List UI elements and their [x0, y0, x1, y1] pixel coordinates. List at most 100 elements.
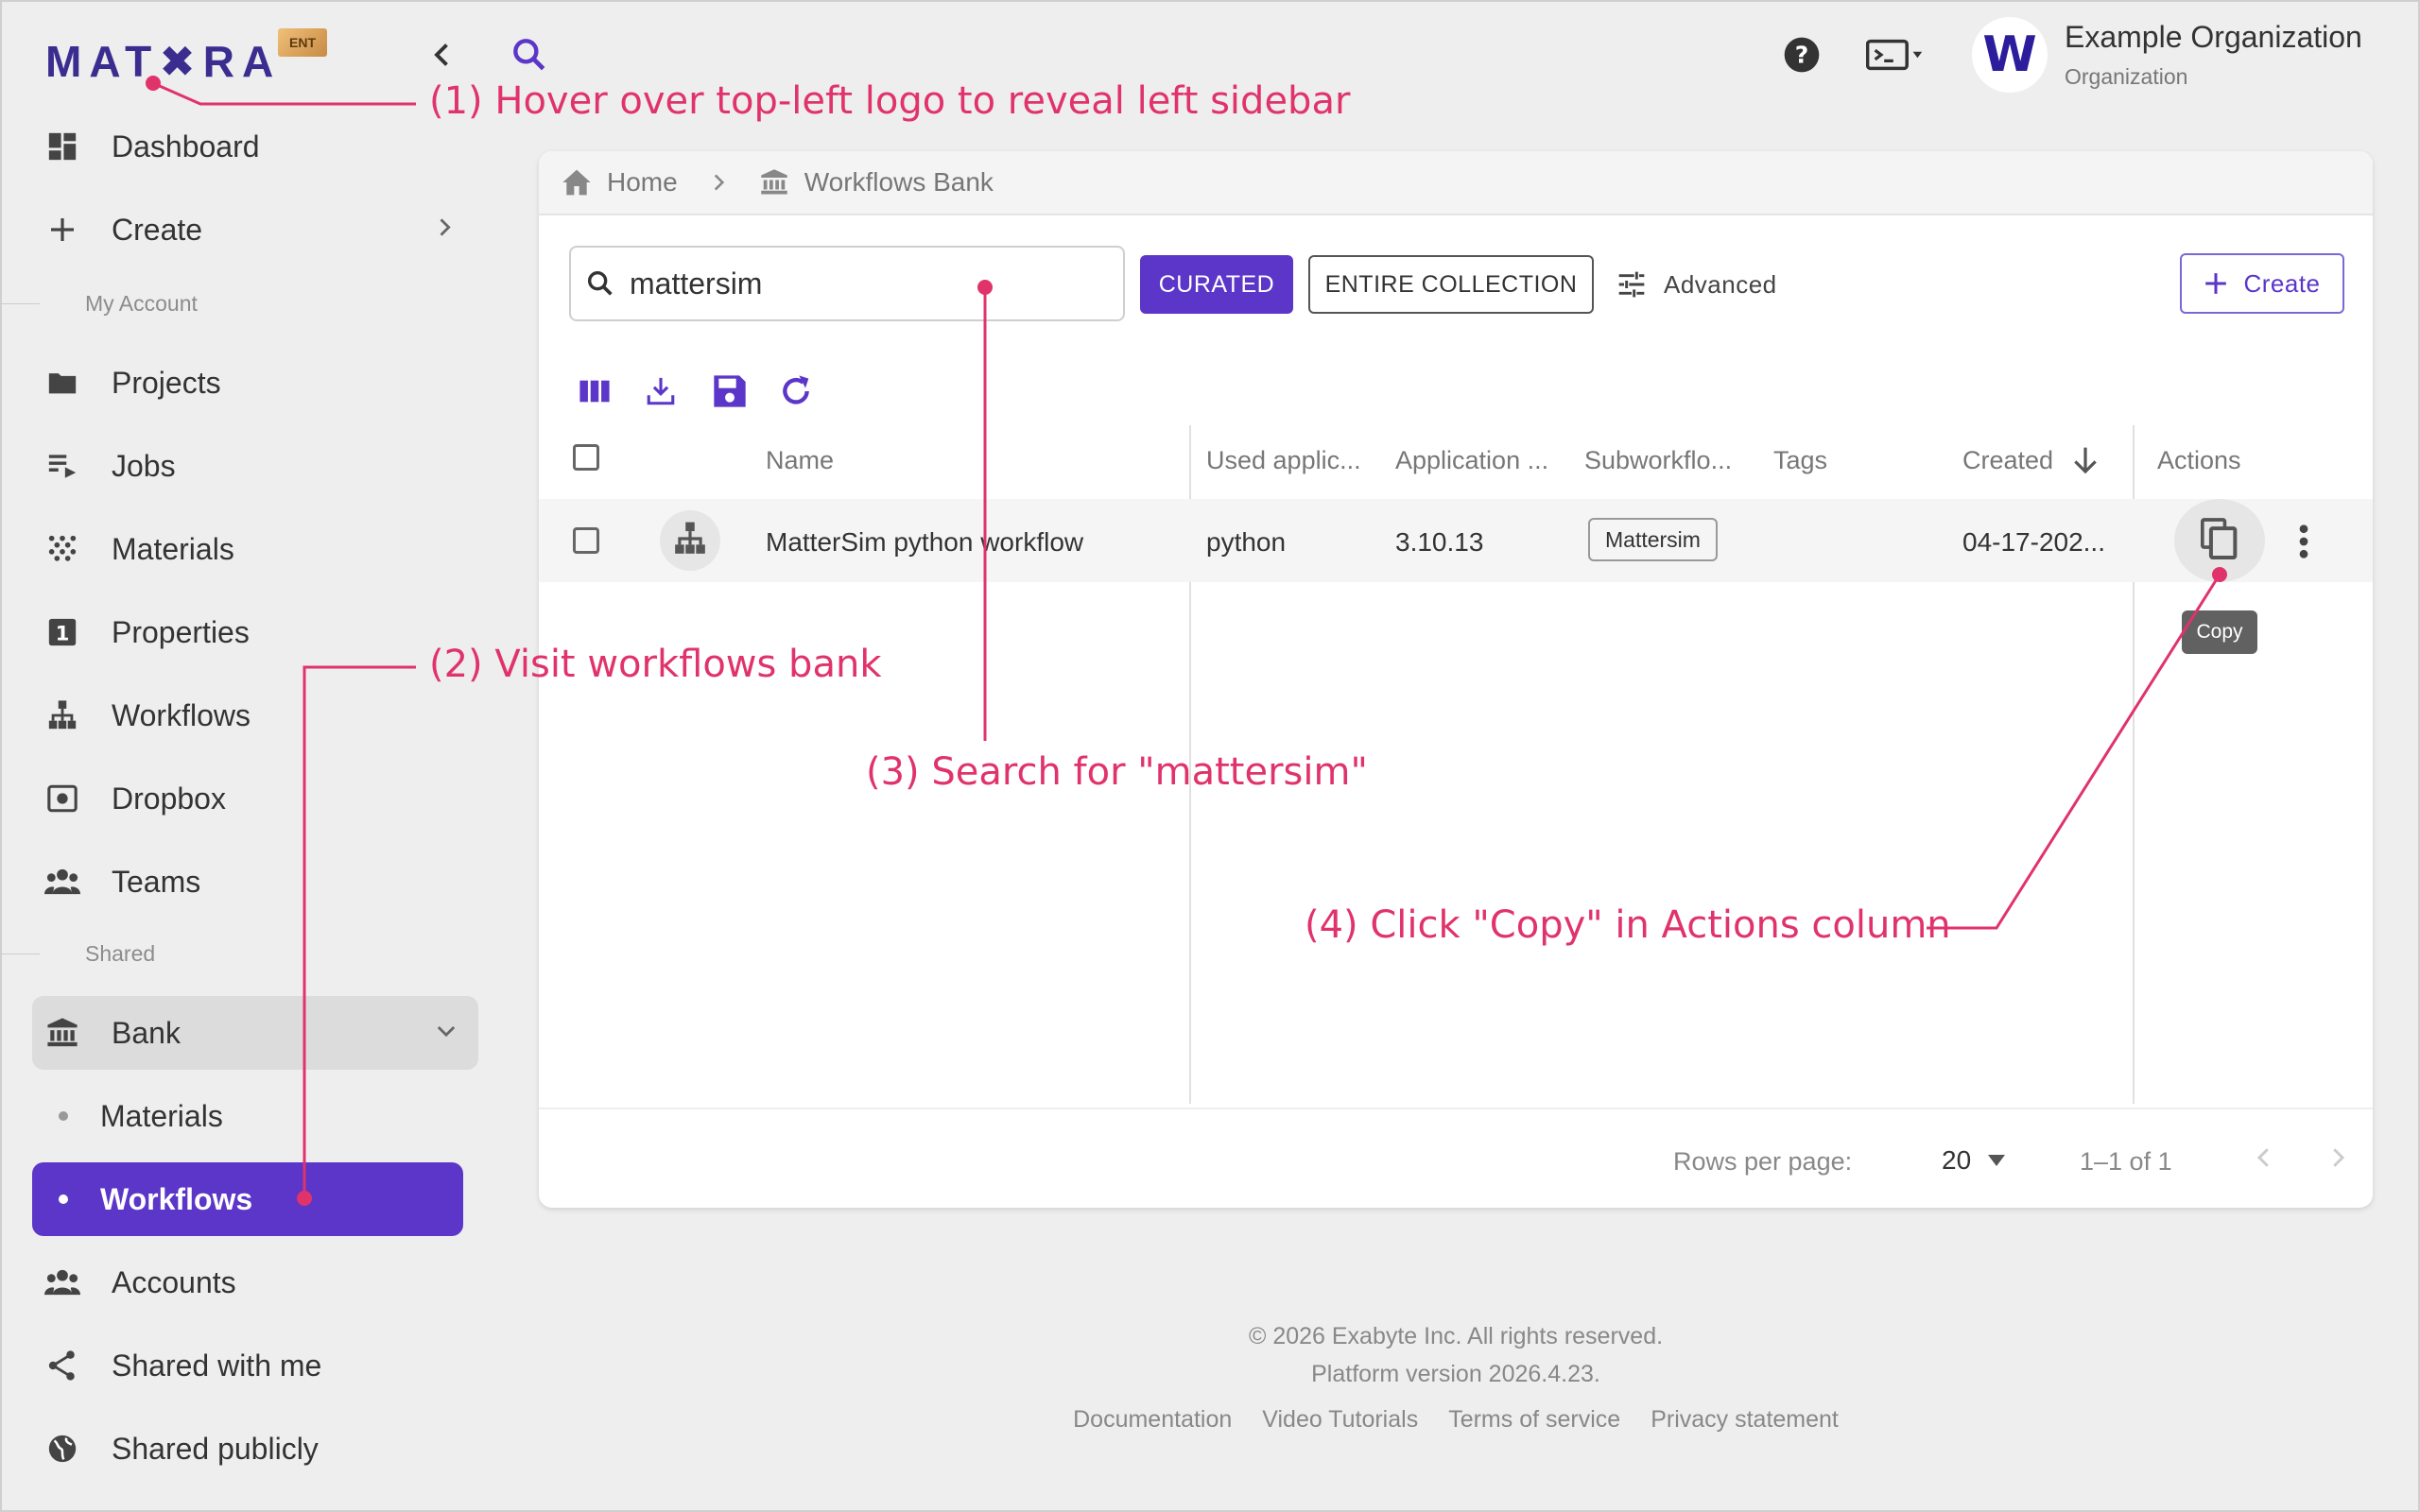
sort-arrow-down-icon[interactable] [2070, 444, 2100, 481]
page-footer: © 2026 Exabyte Inc. All rights reserved.… [539, 1317, 2373, 1434]
home-icon [562, 168, 592, 197]
sidebar-item-label: Dropbox [112, 781, 226, 816]
column-header-used-application[interactable]: Used applic... [1206, 446, 1361, 475]
curated-toggle-button[interactable]: CURATED [1140, 255, 1293, 314]
chevron-right-icon [2324, 1148, 2352, 1176]
column-header-application-version[interactable]: Application ... [1395, 446, 1548, 475]
column-header-name[interactable]: Name [766, 446, 834, 475]
table-toolbar [579, 372, 843, 415]
breadcrumb-current: Workflows Bank [759, 167, 994, 198]
footer-link-terms[interactable]: Terms of service [1448, 1406, 1620, 1434]
sidebar-subitem-bank-materials[interactable]: Materials [32, 1079, 463, 1153]
search-input[interactable] [630, 266, 1083, 301]
column-header-created[interactable]: Created [1962, 446, 2053, 475]
footer-link-video-tutorials[interactable]: Video Tutorials [1262, 1406, 1418, 1434]
copyright-text: © 2026 Exabyte Inc. All rights reserved. [1248, 1323, 1664, 1349]
select-all-checkbox[interactable] [573, 444, 599, 471]
cell-name[interactable]: MatterSim python workflow [766, 527, 1083, 558]
sidebar-item-materials[interactable]: Materials [32, 512, 476, 586]
sidebar-item-create[interactable]: Create [32, 193, 476, 266]
column-header-tags[interactable]: Tags [1773, 446, 1827, 475]
dashboard-icon [32, 130, 93, 163]
workflow-avatar [660, 510, 720, 571]
rows-per-page-label: Rows per page: [1673, 1147, 1853, 1176]
annotation-step-4: (4) Click "Copy" in Actions column [1305, 903, 1951, 947]
breadcrumb-home-label: Home [607, 167, 678, 197]
sidebar-item-accounts[interactable]: Accounts [32, 1246, 476, 1319]
terminal-menu-button[interactable] [1865, 38, 1927, 77]
sidebar-subitem-bank-workflows[interactable]: Workflows [32, 1162, 463, 1236]
sidebar-item-label: Teams [112, 864, 201, 899]
search-icon [584, 267, 616, 300]
copy-icon [2201, 517, 2238, 564]
refresh-icon [777, 372, 815, 415]
divider [2, 303, 40, 304]
prev-page-button[interactable] [2250, 1143, 2278, 1177]
plus-icon [32, 215, 93, 245]
sidebar-item-dropbox[interactable]: Dropbox [32, 762, 476, 835]
breadcrumb-current-label: Workflows Bank [804, 167, 994, 197]
bank-icon [32, 1017, 93, 1049]
help-button[interactable]: ? [1783, 36, 1821, 78]
help-icon: ? [1783, 36, 1821, 78]
advanced-filter-button[interactable]: Advanced [1616, 255, 1806, 314]
table-header: Name Used applic... Application ... Subw… [539, 425, 2373, 490]
copy-button[interactable] [2174, 499, 2265, 582]
table-row[interactable]: MatterSim python workflow python 3.10.13… [539, 499, 2373, 582]
organization-switcher[interactable]: W Example Organization Organization [1972, 17, 2362, 93]
teams-icon [32, 866, 93, 898]
sidebar-item-properties[interactable]: 1 Properties [32, 595, 476, 669]
columns-icon [579, 377, 611, 410]
global-search-button[interactable] [509, 34, 550, 80]
sidebar-item-label: Workflows [112, 697, 251, 732]
sidebar-item-shared-publicly[interactable]: Shared publicly [32, 1412, 476, 1486]
sidebar-item-teams[interactable]: Teams [32, 845, 476, 919]
ent-badge: ENT [278, 28, 327, 57]
create-workflow-button[interactable]: Create [2180, 253, 2344, 314]
save-icon [711, 372, 749, 415]
sidebar-item-label: Materials [112, 531, 234, 566]
matera-logo[interactable]: MAT✖RA ENT [45, 28, 327, 87]
column-header-subworkflows[interactable]: Subworkflo... [1584, 446, 1732, 475]
breadcrumb-home[interactable]: Home [562, 167, 678, 198]
annotation-step-1: (1) Hover over top-left logo to reveal l… [429, 79, 1351, 123]
create-label: Create [2243, 268, 2321, 298]
sidebar-item-label: Properties [112, 614, 250, 649]
row-more-button[interactable] [2297, 524, 2310, 564]
section-shared: Shared [85, 941, 156, 966]
sidebar-item-label: Materials [100, 1098, 223, 1133]
cell-created: 04-17-202... [1962, 527, 2105, 557]
rows-per-page-value: 20 [1942, 1145, 1972, 1175]
row-checkbox[interactable] [573, 527, 599, 554]
refresh-button[interactable] [777, 372, 843, 415]
pagination-range: 1–1 of 1 [2080, 1147, 2172, 1176]
workflow-hierarchy-icon [672, 521, 708, 561]
sidebar-item-workflows[interactable]: Workflows [32, 679, 476, 752]
sidebar-item-shared-with-me[interactable]: Shared with me [32, 1329, 476, 1402]
terminal-icon [1865, 38, 1927, 77]
logo-text: MAT✖RA [45, 37, 282, 86]
search-icon [509, 34, 550, 80]
download-icon [645, 375, 677, 412]
next-page-button[interactable] [2324, 1143, 2352, 1177]
sidebar-item-dashboard[interactable]: Dashboard [32, 110, 476, 183]
rows-per-page-select[interactable]: 20 [1942, 1145, 2006, 1176]
columns-button[interactable] [579, 372, 645, 415]
sidebar-item-projects[interactable]: Projects [32, 346, 476, 420]
collapse-sidebar-button[interactable] [425, 38, 459, 77]
sidebar-item-jobs[interactable]: Jobs [32, 429, 476, 503]
footer-link-privacy[interactable]: Privacy statement [1651, 1406, 1839, 1434]
sidebar-item-bank[interactable]: Bank [32, 996, 478, 1070]
advanced-label: Advanced [1664, 269, 1777, 299]
footer-link-documentation[interactable]: Documentation [1073, 1406, 1232, 1434]
workflow-hierarchy-icon [32, 699, 93, 731]
entire-collection-button[interactable]: ENTIRE COLLECTION [1308, 255, 1594, 314]
copy-tooltip: Copy [2182, 610, 2257, 654]
save-view-button[interactable] [711, 372, 777, 415]
export-button[interactable] [645, 372, 711, 415]
breadcrumb: Home Workflows Bank [539, 151, 2373, 215]
search-field[interactable] [569, 246, 1125, 321]
annotation-step-2: (2) Visit workflows bank [429, 643, 882, 686]
sidebar-item-label: Jobs [112, 448, 176, 483]
pagination-bar: Rows per page: 20 1–1 of 1 [539, 1108, 2373, 1208]
